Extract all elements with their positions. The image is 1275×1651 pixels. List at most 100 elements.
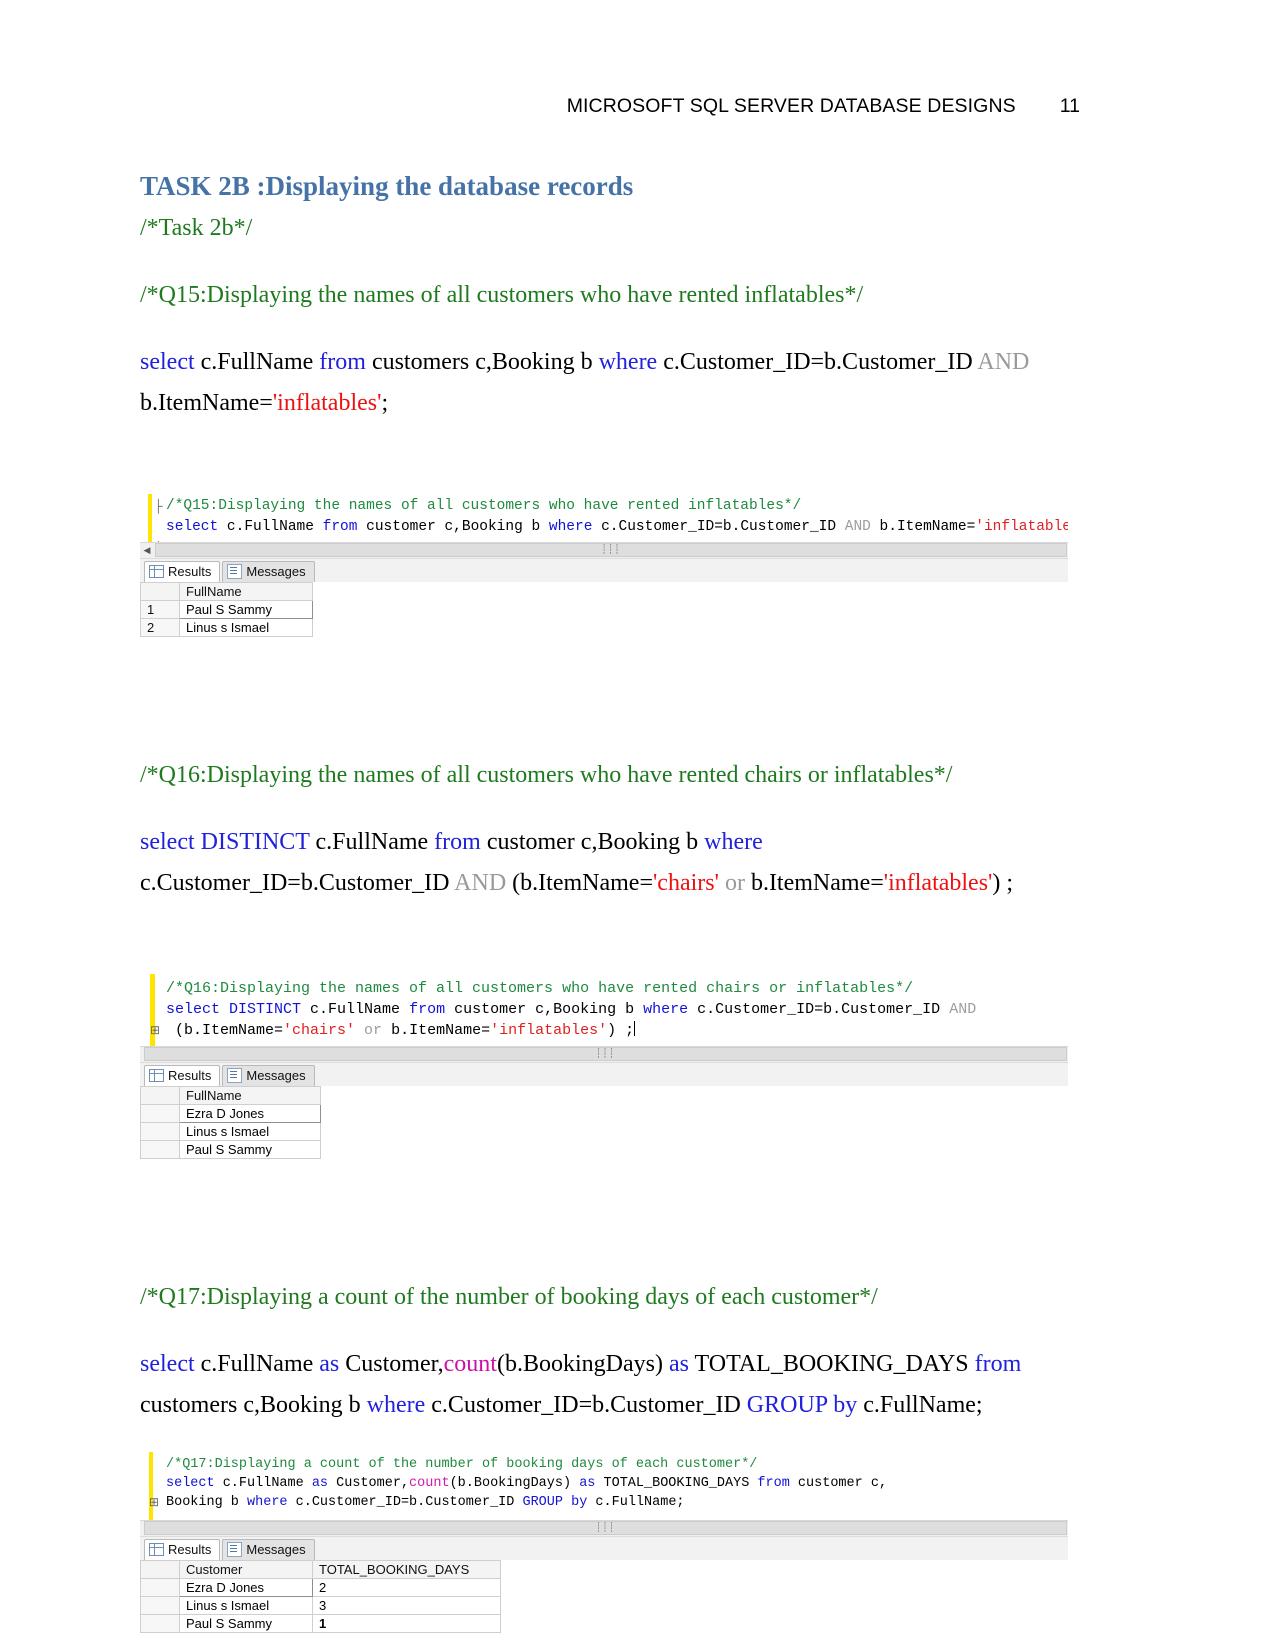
scrollbar-thumb[interactable]: ┊┊┊ <box>155 543 1067 558</box>
table-row[interactable]: Paul S Sammy <box>140 1139 321 1159</box>
row-number <box>140 1577 180 1597</box>
tab-results[interactable]: Results <box>144 560 221 582</box>
sql-keyword-or: or <box>718 869 751 896</box>
editor-text: TOTAL_BOOKING_DAYS <box>595 1475 758 1491</box>
tab-messages[interactable]: Messages <box>222 1064 315 1086</box>
editor-text: c.Customer_ID=b.Customer_ID <box>688 1000 950 1018</box>
tab-results[interactable]: Results <box>144 1064 221 1086</box>
table-row[interactable]: Ezra D Jones 2 <box>140 1577 501 1597</box>
q16-comment-text: /*Q16:Displaying the names of all custom… <box>140 761 953 788</box>
editor-line-1: ├/*Q15:Displaying the names of all custo… <box>140 496 1068 517</box>
editor-line-3: ─Booking b where c.Customer_ID=b.Custome… <box>140 1493 1068 1512</box>
ssms-editor-q16[interactable]: /*Q16:Displaying the names of all custom… <box>140 973 1068 1046</box>
tab-results-label: Results <box>168 1068 212 1084</box>
results-grid-q17[interactable]: Customer TOTAL_BOOKING_DAYS Ezra D Jones… <box>140 1559 501 1633</box>
tab-messages[interactable]: Messages <box>222 560 315 582</box>
results-tabstrip-q16: Results Messages <box>140 1061 1068 1086</box>
table-row[interactable]: 2 Linus s Ismael <box>140 617 313 637</box>
sql-text: (b.ItemName= <box>506 869 653 896</box>
cell-customer[interactable]: Paul S Sammy <box>179 1613 313 1633</box>
editor-comment-text: /*Q15:Displaying the names of all custom… <box>166 497 802 514</box>
table-header-row: FullName <box>140 1085 321 1105</box>
table-row[interactable]: Linus s Ismael 3 <box>140 1595 501 1615</box>
editor-keyword-select: select <box>166 518 219 535</box>
ssms-editor-q15[interactable]: ├/*Q15:Displaying the names of all custo… <box>140 493 1068 542</box>
cell-fullname[interactable]: Linus s Ismael <box>179 1121 321 1141</box>
document-page: MICROSOFT SQL SERVER DATABASE DESIGNS 1 1… <box>0 0 1275 1651</box>
column-header-rownum <box>140 1559 180 1579</box>
editor-keyword-where: where <box>643 1000 689 1018</box>
editor-horizontal-scrollbar[interactable]: ┊┊┊ <box>140 1045 1068 1062</box>
results-grid-q16[interactable]: FullName Ezra D Jones Linus s Ismael Pau… <box>140 1085 321 1159</box>
editor-keyword-by: by <box>563 1494 588 1510</box>
tab-results-label: Results <box>168 1542 212 1558</box>
header-title: MICROSOFT SQL SERVER DATABASE DESIGNS <box>566 95 1016 117</box>
editor-keyword-where: where <box>548 518 593 535</box>
editor-keyword-and: AND <box>844 518 871 535</box>
sql-function-count: count <box>443 1350 497 1377</box>
sql-keyword-select: select <box>140 828 195 855</box>
cell-total-booking-days[interactable]: 2 <box>312 1577 501 1597</box>
cell-fullname[interactable]: Linus s Ismael <box>179 617 313 637</box>
editor-keyword-where: where <box>247 1494 288 1510</box>
results-grid-q15[interactable]: FullName 1 Paul S Sammy 2 Linus s Ismael <box>140 581 313 637</box>
cell-fullname[interactable]: Paul S Sammy <box>179 1139 321 1159</box>
sql-keyword-where: where <box>704 828 763 855</box>
table-header-row: FullName <box>140 581 313 601</box>
q17-comment-text: /*Q17:Displaying a count of the number o… <box>140 1283 878 1310</box>
editor-comment-text: /*Q16:Displaying the names of all custom… <box>166 979 914 997</box>
column-header-customer: Customer <box>179 1559 313 1579</box>
q17-sql-line-2: customers c,Booking b where c.Customer_I… <box>140 1385 1070 1426</box>
scrollbar-thumb[interactable]: ┊┊┊ <box>144 1521 1067 1536</box>
sql-keyword-as: as <box>668 1350 689 1377</box>
scrollbar-thumb[interactable]: ┊┊┊ <box>144 1047 1067 1062</box>
editor-text: (b.ItemName= <box>166 1021 284 1039</box>
tab-results[interactable]: Results <box>144 1538 221 1560</box>
fold-marker-icon[interactable]: ├ <box>154 496 163 517</box>
cell-fullname[interactable]: Ezra D Jones <box>179 1103 321 1123</box>
cell-total-booking-days[interactable]: 1 <box>312 1613 501 1633</box>
column-header-fullname: FullName <box>179 1085 321 1105</box>
editor-text: c.FullName <box>214 1475 312 1491</box>
row-number <box>140 1121 180 1141</box>
editor-horizontal-scrollbar[interactable]: ◀ ┊┊┊ <box>140 541 1068 558</box>
scroll-left-arrow-icon[interactable]: ◀ <box>140 543 154 557</box>
task-comment-line: /*Task 2b*/ <box>140 208 1070 249</box>
q15-sql-line-2: b.ItemName='inflatables'; <box>140 383 1070 424</box>
results-tabstrip-q17: Results Messages <box>140 1535 1068 1560</box>
cell-fullname[interactable]: Paul S Sammy <box>179 599 313 619</box>
tab-messages-label: Messages <box>246 564 306 580</box>
sql-keyword-as: as <box>319 1350 340 1377</box>
sql-keyword-and: AND <box>454 869 507 896</box>
sql-keyword-group: GROUP <box>746 1391 828 1418</box>
editor-line-2: ⊞ select DISTINCT c.FullName from custome… <box>140 999 1068 1037</box>
editor-string-literal: 'chairs' <box>283 1021 356 1039</box>
messages-icon <box>227 1068 243 1084</box>
cell-customer[interactable]: Linus s Ismael <box>179 1595 313 1615</box>
table-row[interactable]: Linus s Ismael <box>140 1121 321 1141</box>
sql-text: customers c,Booking b <box>365 348 599 375</box>
tab-messages[interactable]: Messages <box>222 1538 315 1560</box>
messages-icon <box>227 1542 243 1558</box>
table-row[interactable]: Paul S Sammy 1 <box>140 1613 501 1633</box>
editor-text: c.Customer_ID=b.Customer_ID <box>592 518 845 535</box>
editor-text: b.ItemName= <box>391 1021 491 1039</box>
table-row[interactable]: 1 Paul S Sammy <box>140 599 313 619</box>
grid-icon <box>149 1543 164 1557</box>
sql-keyword-select: select <box>140 348 195 375</box>
q15-comment-text: /*Q15:Displaying the names of all custom… <box>140 281 864 308</box>
cell-total-booking-days[interactable]: 3 <box>312 1595 501 1615</box>
table-row[interactable]: Ezra D Jones <box>140 1103 321 1123</box>
editor-line-2: └select c.FullName from customer c,Booki… <box>140 517 1068 542</box>
sql-string-literal: 'inflatables' <box>883 869 993 896</box>
ssms-editor-q17[interactable]: /*Q17:Displaying a count of the number o… <box>140 1451 1068 1520</box>
column-header-rownum <box>140 1085 180 1105</box>
editor-keyword-group: GROUP <box>522 1494 563 1510</box>
q15-sql-line-1: select c.FullName from customers c,Booki… <box>140 342 1070 383</box>
editor-horizontal-scrollbar[interactable]: ┊┊┊ <box>140 1519 1068 1536</box>
cell-customer[interactable]: Ezra D Jones <box>179 1577 313 1597</box>
